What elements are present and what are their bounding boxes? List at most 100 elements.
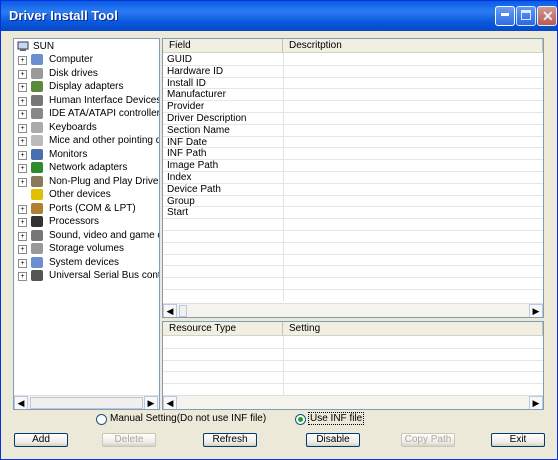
expand-icon[interactable]: +	[18, 218, 27, 228]
tree-horizontal-scrollbar[interactable]: ◀ ▶	[14, 395, 159, 409]
maximize-button[interactable]	[516, 6, 536, 26]
action-bar: Manual Setting(Do not use INF file) Use …	[1, 411, 557, 459]
table-row[interactable]: Manufacturer	[163, 89, 543, 102]
exit-button[interactable]: Exit	[491, 433, 545, 447]
close-button[interactable]: ✕	[537, 6, 557, 26]
scroll-thumb[interactable]	[179, 305, 187, 317]
table-row[interactable]: Hardware ID	[163, 66, 543, 78]
field-name: Hardware ID	[167, 65, 224, 77]
table-row[interactable]: Section Name	[163, 125, 543, 137]
table-row[interactable]: Install ID	[163, 78, 543, 90]
tree-item-label: IDE ATA/ATAPI controller	[49, 108, 160, 120]
manual-setting-label[interactable]: Manual Setting(Do not use INF file)	[110, 413, 266, 424]
table-row[interactable]	[163, 372, 543, 385]
field-name: GUID	[167, 54, 192, 65]
table-row[interactable]	[163, 278, 543, 290]
table-row[interactable]: Driver Description	[163, 113, 543, 125]
tree-item-label: Non-Plug and Play Drivers	[49, 175, 160, 187]
column-description[interactable]: Descritption	[283, 39, 543, 52]
network-adapter-icon	[31, 162, 43, 174]
scroll-left-button[interactable]: ◀	[14, 396, 28, 409]
field-name: Index	[167, 172, 192, 183]
manual-setting-radio[interactable]	[96, 414, 107, 425]
field-name: Image Path	[167, 160, 219, 172]
field-name: Start	[167, 207, 189, 219]
sound-icon	[31, 229, 43, 241]
expand-icon[interactable]: +	[18, 231, 27, 241]
tree-item-label: Processors	[49, 216, 100, 228]
system-device-icon	[31, 256, 43, 268]
minimize-icon	[501, 13, 509, 16]
table-row[interactable]: Index	[163, 172, 543, 184]
table-row[interactable]	[163, 361, 543, 373]
table-row[interactable]	[163, 266, 543, 279]
use-inf-label[interactable]: Use INF file	[308, 412, 365, 425]
scroll-thumb[interactable]	[30, 397, 143, 409]
scroll-left-button[interactable]: ◀	[163, 304, 177, 317]
table-row[interactable]: Provider	[163, 101, 543, 113]
column-field[interactable]: Field	[163, 39, 283, 52]
expand-icon[interactable]: +	[18, 69, 27, 79]
table-row[interactable]: INF Path	[163, 148, 543, 161]
delete-button[interactable]: Delete	[102, 433, 156, 447]
expand-icon[interactable]: +	[18, 96, 27, 106]
expand-icon[interactable]: +	[18, 272, 27, 282]
table-row[interactable]: Group	[163, 196, 543, 208]
copy-path-button[interactable]: Copy Path	[401, 433, 455, 447]
table-row[interactable]: INF Date	[163, 137, 543, 149]
scroll-left-button[interactable]: ◀	[163, 396, 177, 409]
device-tree[interactable]: SUN + Computer + Disk drives + Display adapte…	[13, 38, 160, 410]
column-setting[interactable]: Setting	[283, 322, 543, 335]
maximize-icon	[521, 10, 531, 20]
scroll-right-button[interactable]: ▶	[529, 396, 543, 409]
expand-icon[interactable]: +	[18, 110, 27, 120]
scroll-right-button[interactable]: ▶	[529, 304, 543, 317]
resource-list[interactable]: Resource Type Setting ◀ ▶	[162, 321, 544, 410]
field-name: Manufacturer	[167, 89, 226, 101]
table-row[interactable]	[163, 219, 543, 231]
unknown-device-icon	[31, 189, 43, 201]
expand-icon[interactable]: +	[18, 204, 27, 214]
expand-icon[interactable]: +	[18, 83, 27, 93]
minimize-button[interactable]	[495, 6, 515, 26]
table-row[interactable]: Image Path	[163, 160, 543, 172]
disable-button[interactable]: Disable	[306, 433, 360, 447]
refresh-button[interactable]: Refresh	[203, 433, 257, 447]
expand-icon[interactable]: +	[18, 137, 27, 147]
port-icon	[31, 202, 43, 214]
expand-icon[interactable]: +	[18, 177, 27, 187]
column-resource-type[interactable]: Resource Type	[163, 322, 283, 335]
table-row[interactable]	[163, 349, 543, 361]
table-row[interactable]	[163, 243, 543, 255]
tree-item-label: Mice and other pointing de	[49, 135, 160, 147]
title-bar[interactable]: Driver Install Tool ✕	[1, 1, 557, 31]
expand-icon[interactable]: +	[18, 150, 27, 160]
use-inf-radio[interactable]	[295, 414, 306, 425]
tree-root-label: SUN	[33, 41, 55, 52]
table-row[interactable]	[163, 255, 543, 267]
expand-icon[interactable]: +	[18, 123, 27, 133]
table-row[interactable]: GUID	[163, 54, 543, 66]
table-row[interactable]	[163, 231, 543, 243]
field-name: Driver Description	[167, 113, 247, 124]
field-name: Install ID	[167, 77, 206, 89]
ide-controller-icon	[31, 108, 43, 120]
table-row[interactable]	[163, 337, 543, 349]
driver-details-list[interactable]: Field Descritption GUID Hardware ID Instal…	[162, 38, 544, 318]
table-row[interactable]: Start	[163, 207, 543, 220]
details-horizontal-scrollbar[interactable]: ◀ ▶	[163, 303, 543, 317]
expand-icon[interactable]: +	[18, 56, 27, 66]
storage-volume-icon	[31, 243, 43, 255]
tree-item-label: Disk drives	[49, 67, 98, 79]
table-row[interactable]: Device Path	[163, 184, 543, 196]
add-button[interactable]: Add	[14, 433, 68, 447]
resource-horizontal-scrollbar[interactable]: ◀ ▶	[163, 395, 543, 409]
expand-icon[interactable]: +	[18, 164, 27, 174]
expand-icon[interactable]: +	[18, 245, 27, 255]
field-name: INF Path	[167, 148, 207, 160]
tree-item-label: Display adapters	[49, 81, 124, 93]
computer-root-icon	[17, 41, 29, 51]
expand-icon[interactable]: +	[18, 258, 27, 268]
tree-item-label: Other devices	[49, 189, 111, 201]
scroll-right-button[interactable]: ▶	[144, 396, 158, 409]
